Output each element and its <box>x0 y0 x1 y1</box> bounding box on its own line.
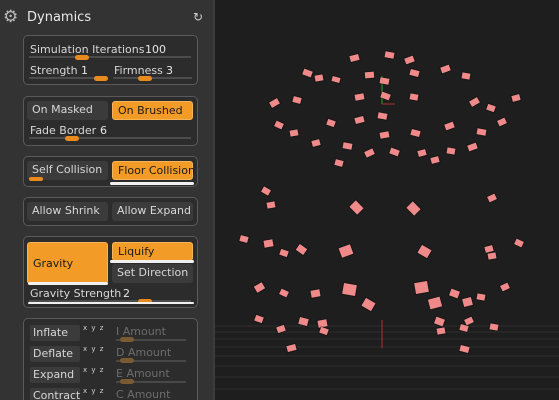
firmness-knob[interactable] <box>138 76 152 81</box>
simulation-iterations-value: 100 <box>145 43 166 56</box>
inflate-button[interactable]: Inflate <box>30 325 80 341</box>
cloth-piece <box>364 71 375 79</box>
firmness-slider[interactable]: Firmness 3 <box>108 61 197 81</box>
cloth-piece <box>342 282 357 297</box>
firmness-label: Firmness <box>114 64 163 77</box>
collision-group: Self Collision Floor Collision <box>23 156 198 187</box>
cloth-piece <box>409 93 419 101</box>
on-brushed-button[interactable]: On Brushed <box>112 101 193 120</box>
dynamics-panel: ⚙ Dynamics ↻ Simulation Iterations 100 S… <box>0 0 213 400</box>
set-direction-button[interactable]: Set Direction <box>112 264 193 283</box>
inflate-amount-knob[interactable] <box>120 337 134 342</box>
inflate-row: Inflate x y z I Amount <box>28 322 198 342</box>
contract-row: Contract x y z C Amount <box>28 385 198 400</box>
cloth-piece <box>476 128 487 136</box>
gravity-strength-underline <box>28 302 194 304</box>
cloth-piece <box>489 323 499 331</box>
cloth-piece <box>377 112 388 120</box>
cloth-piece <box>414 280 429 295</box>
simulation-iterations-knob[interactable] <box>75 55 89 60</box>
axis-gizmo <box>381 76 395 105</box>
gravity-button[interactable]: Gravity <box>27 242 108 284</box>
expand-button[interactable]: Expand <box>30 367 80 383</box>
masking-group: On Masked On Brushed Fade Border 6 <box>23 96 198 146</box>
simulation-iterations-label: Simulation Iterations <box>30 43 145 56</box>
shrink-expand-group: Allow Shrink Allow Expand <box>23 197 198 226</box>
allow-shrink-button[interactable]: Allow Shrink <box>27 202 108 221</box>
panel-title: Dynamics <box>27 10 92 25</box>
deflate-amount-knob[interactable] <box>120 358 134 363</box>
cloth-piece <box>342 142 353 150</box>
3d-viewport[interactable] <box>215 0 559 400</box>
cloth-piece <box>384 51 395 59</box>
gravity-strength-slider[interactable]: Gravity Strength 2 <box>24 284 197 304</box>
fade-border-value: 6 <box>100 124 107 137</box>
liquify-button[interactable]: Liquify <box>112 242 193 261</box>
expand-row: Expand x y z E Amount <box>28 364 198 384</box>
cloth-piece <box>446 147 456 155</box>
inflate-xyz-toggle[interactable]: x y z <box>83 325 104 332</box>
allow-expand-button[interactable]: Allow Expand <box>112 202 193 221</box>
fade-border-label: Fade Border <box>30 124 97 137</box>
strength-knob[interactable] <box>94 76 108 81</box>
deflate-xyz-toggle[interactable]: x y z <box>83 346 104 353</box>
gravity-strength-value: 2 <box>123 287 130 300</box>
contract-button[interactable]: Contract <box>30 388 80 400</box>
liquify-underline <box>110 260 194 263</box>
firmness-value: 3 <box>166 64 173 77</box>
deflate-button[interactable]: Deflate <box>30 346 80 362</box>
self-collision-indicator <box>29 177 43 181</box>
forces-group: Inflate x y z I Amount Deflate x y z D A… <box>23 318 198 400</box>
floor-collision-underline <box>110 182 194 185</box>
fade-border-knob[interactable] <box>65 136 79 141</box>
gravity-group: Gravity Liquify Set Direction Gravity St… <box>23 236 198 308</box>
expand-xyz-toggle[interactable]: x y z <box>83 367 104 374</box>
cloth-piece <box>379 77 390 85</box>
simulation-group: Simulation Iterations 100 Strength 1 Fir… <box>23 35 198 85</box>
reset-icon[interactable]: ↻ <box>193 11 205 23</box>
contract-xyz-toggle[interactable]: x y z <box>83 388 104 395</box>
gravity-label: Gravity <box>33 257 74 270</box>
cloth-piece <box>461 72 471 80</box>
simulation-iterations-slider[interactable]: Simulation Iterations 100 <box>24 40 197 60</box>
on-masked-button[interactable]: On Masked <box>27 101 108 120</box>
fade-border-slider[interactable]: Fade Border 6 <box>24 121 197 141</box>
strength-label: Strength <box>30 64 78 77</box>
strength-value: 1 <box>81 64 88 77</box>
gravity-strength-label: Gravity Strength <box>30 287 122 300</box>
floor-collision-button[interactable]: Floor Collision <box>112 161 195 180</box>
strength-slider[interactable]: Strength 1 <box>24 61 110 81</box>
expand-amount-knob[interactable] <box>120 379 134 384</box>
deflate-row: Deflate x y z D Amount <box>28 343 198 363</box>
contract-amount-label: C Amount <box>116 388 171 400</box>
panel-header: ⚙ Dynamics ↻ <box>0 0 213 36</box>
gear-icon[interactable]: ⚙ <box>3 8 21 26</box>
cloth-piece <box>476 293 486 301</box>
